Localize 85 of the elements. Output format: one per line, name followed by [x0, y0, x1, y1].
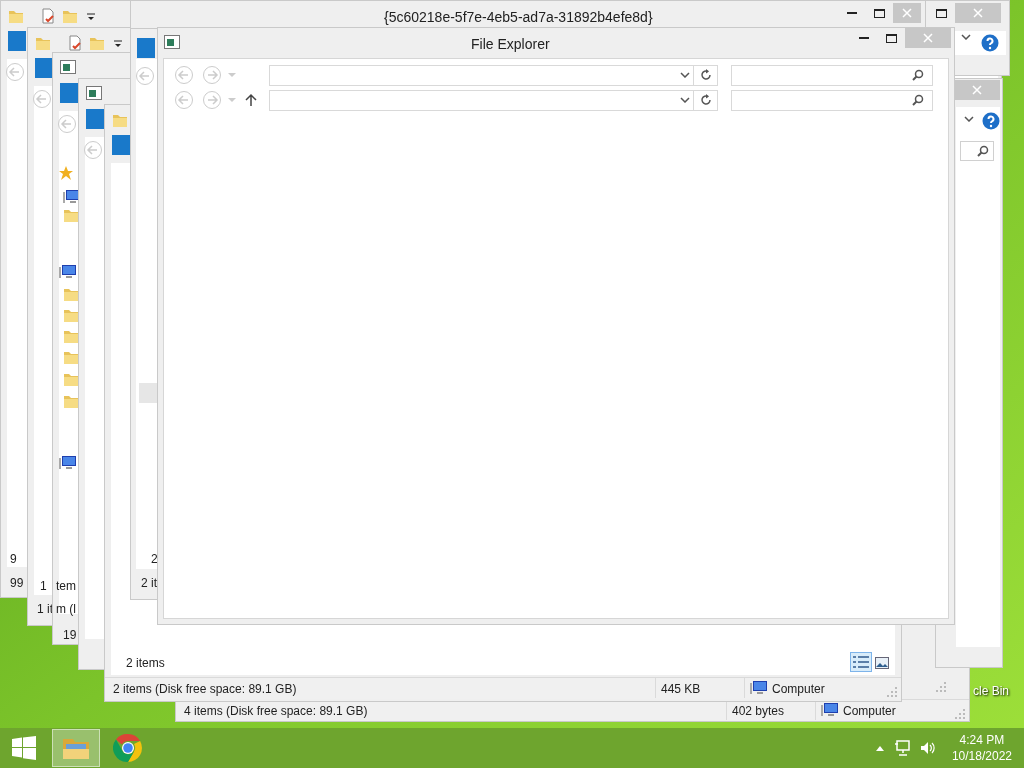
- window-icon: [86, 86, 102, 100]
- help-icon[interactable]: [981, 34, 999, 52]
- item-count: 2 items: [126, 655, 165, 671]
- taskbar-button[interactable]: [52, 729, 100, 767]
- forward-icon[interactable]: [202, 65, 222, 85]
- search-field[interactable]: [731, 64, 933, 86]
- refresh-icon[interactable]: [699, 94, 712, 106]
- network-icon[interactable]: [893, 740, 910, 756]
- status-text: 99: [10, 575, 24, 591]
- dropdown-icon[interactable]: [86, 12, 96, 22]
- details-view-button[interactable]: [850, 652, 872, 672]
- clock[interactable]: 4:24 PM 10/18/2022: [951, 732, 1012, 764]
- resize-grip-icon[interactable]: [955, 709, 965, 719]
- help-icon[interactable]: [982, 112, 1000, 130]
- status-text: Computer: [843, 703, 896, 719]
- close-icon: [902, 8, 912, 18]
- status-text: 1: [40, 578, 47, 594]
- chevron-icon[interactable]: [964, 116, 974, 122]
- preview-view-button[interactable]: [873, 654, 891, 672]
- chevron-icon[interactable]: [680, 72, 690, 78]
- refresh-icon[interactable]: [699, 69, 712, 81]
- close-icon: [972, 85, 982, 95]
- up-arrow-icon[interactable]: [245, 93, 257, 107]
- resize-grip-icon[interactable]: [887, 687, 897, 697]
- document-check-icon: [67, 35, 83, 51]
- status-text: 2 it: [141, 575, 157, 591]
- status-text: 2 items (Disk free space: 89.1 GB): [113, 681, 297, 697]
- back-icon[interactable]: [5, 62, 25, 82]
- search-field[interactable]: [960, 141, 994, 161]
- status-text: 19: [63, 627, 77, 643]
- status-text: 402 bytes: [732, 703, 785, 719]
- close-icon: [923, 33, 933, 43]
- folder-icon: [35, 35, 51, 51]
- status-text: 9: [10, 551, 17, 567]
- document-check-icon: [40, 8, 56, 24]
- back-icon[interactable]: [174, 65, 194, 85]
- caret-icon[interactable]: [875, 745, 884, 751]
- back-icon[interactable]: [32, 89, 52, 109]
- back-icon[interactable]: [83, 140, 103, 160]
- search-icon[interactable]: [912, 94, 924, 106]
- close-button[interactable]: [954, 80, 1000, 100]
- back-icon[interactable]: [135, 66, 155, 86]
- minimize-icon: [847, 11, 857, 15]
- folder-icon: [8, 8, 24, 24]
- folder-icon: [62, 8, 78, 24]
- folder-icon: [89, 35, 105, 51]
- close-icon: [973, 8, 983, 18]
- address-field[interactable]: [269, 64, 718, 86]
- folder-icon: [112, 112, 128, 128]
- dropdown-icon[interactable]: [113, 39, 123, 49]
- status-text: 445 KB: [661, 681, 701, 697]
- windows-logo-icon: [12, 736, 36, 760]
- speaker-icon[interactable]: [919, 740, 936, 756]
- resize-grip-icon[interactable]: [936, 682, 946, 692]
- status-text: 2: [151, 551, 158, 567]
- window-title: File Explorer: [471, 35, 550, 54]
- window-title: {5c60218e-5f7e-4eb5-ad7a-31892b4efe8d}: [384, 8, 653, 27]
- address-field[interactable]: [269, 89, 718, 111]
- computer-icon: [750, 680, 768, 696]
- window-icon: [60, 60, 76, 74]
- computer-icon: [821, 702, 839, 718]
- maximize-icon: [885, 33, 897, 43]
- status-text: Computer: [772, 681, 825, 697]
- search-icon[interactable]: [912, 69, 924, 81]
- chevron-icon[interactable]: [680, 97, 690, 103]
- desktop-icon-label[interactable]: cle Bin: [973, 682, 1010, 700]
- status-text: m (l: [56, 601, 76, 617]
- computer-icon: [59, 264, 77, 280]
- maximize-icon: [873, 8, 885, 18]
- scrollbar-thumb[interactable]: [139, 383, 157, 403]
- window-icon: [164, 35, 180, 49]
- computer-icon: [59, 455, 77, 471]
- status-text: tem: [56, 578, 76, 594]
- search-field[interactable]: [731, 89, 933, 111]
- browser-icon: [113, 733, 143, 763]
- ribbon-tab[interactable]: [35, 58, 53, 78]
- search-icon[interactable]: [977, 145, 989, 157]
- back-icon[interactable]: [174, 90, 194, 110]
- status-text: 4 items (Disk free space: 89.1 GB): [184, 703, 368, 719]
- star-icon: [59, 166, 73, 180]
- minimize-icon: [859, 36, 869, 40]
- back-icon[interactable]: [57, 114, 77, 134]
- chevron-icon[interactable]: [961, 34, 971, 40]
- maximize-icon: [935, 8, 947, 18]
- forward-icon[interactable]: [202, 90, 222, 110]
